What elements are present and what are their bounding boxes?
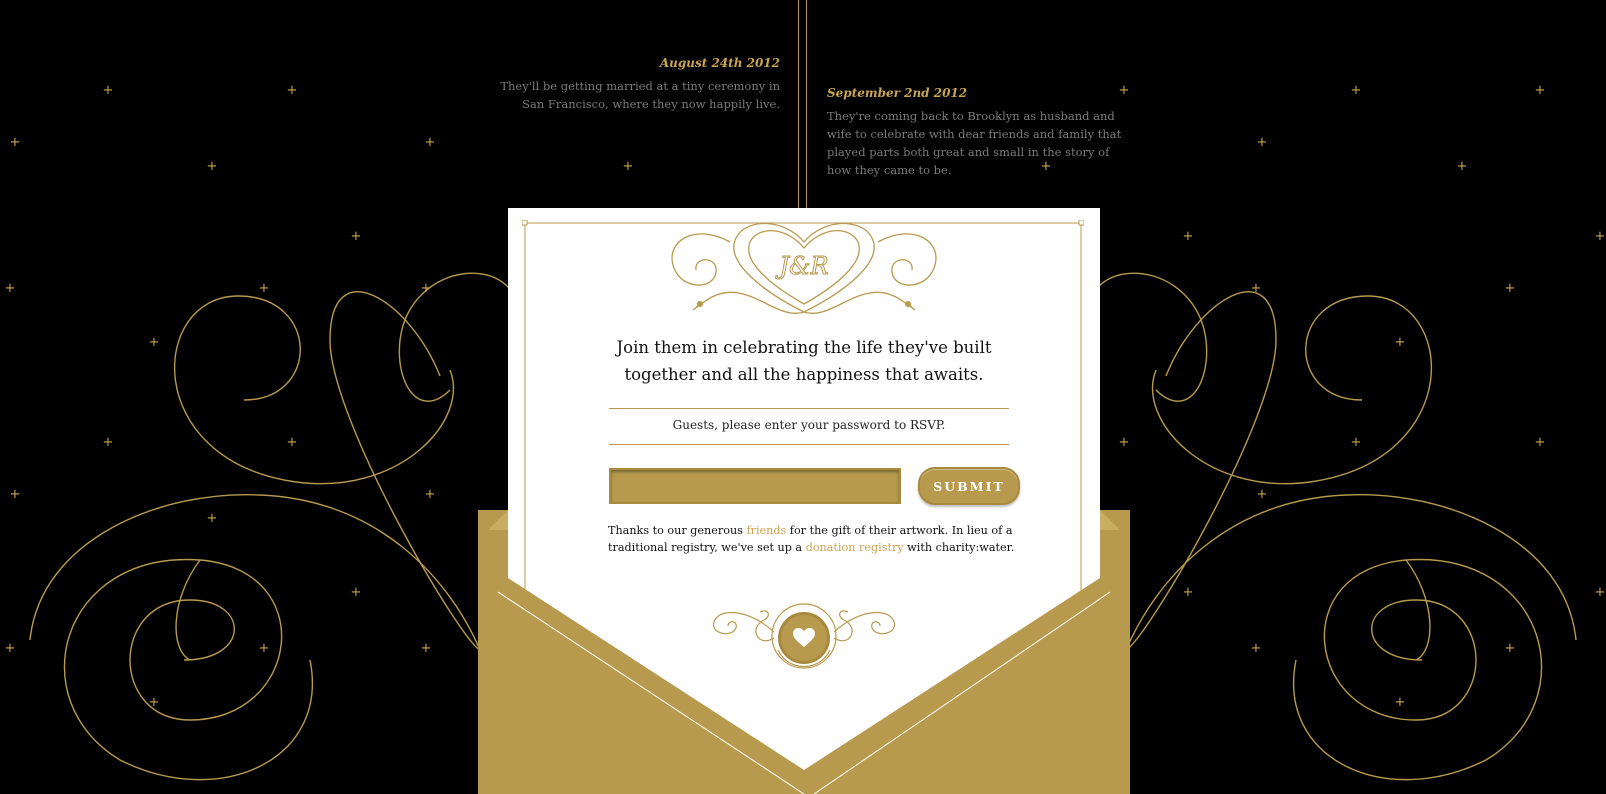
monogram-text: J&R	[774, 252, 828, 280]
svg-text:+: +	[1595, 585, 1606, 600]
svg-text:+: +	[1395, 695, 1406, 710]
divider-top	[609, 408, 1009, 409]
event-date: August 24th 2012	[659, 56, 780, 70]
svg-text:+: +	[351, 585, 362, 600]
svg-text:+: +	[425, 487, 436, 502]
rsvp-prompt: Guests, please enter your password to RS…	[672, 418, 946, 432]
svg-text:+: +	[259, 281, 270, 296]
svg-text:+: +	[1351, 435, 1362, 450]
heart-seal	[778, 612, 830, 664]
svg-text:+: +	[421, 281, 432, 296]
donation-registry-link[interactable]: donation registry	[806, 541, 904, 554]
event-date: September 2nd 2012	[827, 86, 968, 100]
svg-text:+: +	[623, 159, 634, 174]
svg-text:+: +	[10, 135, 21, 150]
svg-text:+: +	[259, 641, 270, 656]
svg-text:+: +	[1595, 229, 1606, 244]
svg-text:+: +	[207, 511, 218, 526]
thanks-prefix: Thanks to our generous	[608, 524, 747, 537]
friends-link[interactable]: friends	[746, 524, 786, 537]
svg-text:+: +	[149, 695, 160, 710]
divider-bottom	[609, 444, 1009, 445]
headline-line-2: together and all the happiness that awai…	[624, 365, 984, 384]
password-input[interactable]	[609, 468, 901, 504]
headline-line-1: Join them in celebrating the life they'v…	[616, 338, 992, 357]
svg-text:+: +	[1395, 335, 1406, 350]
thanks-note: Thanks to our generous friends for the g…	[608, 522, 1028, 556]
monogram-heart-icon: J&R	[671, 222, 937, 314]
svg-text:+: +	[421, 641, 432, 656]
svg-text:+: +	[149, 335, 160, 350]
svg-text:+: +	[1257, 487, 1268, 502]
timeline-line	[798, 0, 807, 210]
svg-text:+: +	[1457, 159, 1468, 174]
timeline-event-august: August 24th 2012 They'll be getting marr…	[480, 56, 780, 113]
heart-icon	[793, 628, 815, 647]
event-description: They'll be getting married at a tiny cer…	[500, 79, 780, 111]
svg-text:+: +	[207, 159, 218, 174]
svg-text:+: +	[1535, 83, 1546, 98]
svg-text:+: +	[287, 83, 298, 98]
svg-text:+: +	[1257, 135, 1268, 150]
svg-text:+: +	[1183, 229, 1194, 244]
submit-button[interactable]: SUBMIT	[918, 467, 1020, 505]
svg-text:+: +	[287, 435, 298, 450]
event-description: They're coming back to Brooklyn as husba…	[827, 109, 1122, 177]
svg-text:+: +	[425, 135, 436, 150]
timeline-event-september: September 2nd 2012 They're coming back t…	[827, 86, 1127, 179]
svg-text:+: +	[5, 281, 16, 296]
svg-text:+: +	[1251, 641, 1262, 656]
invitation-headline: Join them in celebrating the life they'v…	[508, 334, 1100, 388]
svg-text:+: +	[1183, 585, 1194, 600]
thanks-suffix: with charity:water.	[903, 541, 1015, 554]
svg-text:+: +	[1251, 281, 1262, 296]
svg-text:+: +	[1535, 435, 1546, 450]
svg-text:+: +	[10, 487, 21, 502]
svg-text:+: +	[5, 641, 16, 656]
svg-text:+: +	[1351, 83, 1362, 98]
svg-text:+: +	[1505, 281, 1516, 296]
svg-text:+: +	[351, 229, 362, 244]
svg-text:+: +	[1119, 435, 1130, 450]
svg-text:+: +	[1505, 641, 1516, 656]
svg-text:+: +	[103, 83, 114, 98]
svg-text:+: +	[103, 435, 114, 450]
